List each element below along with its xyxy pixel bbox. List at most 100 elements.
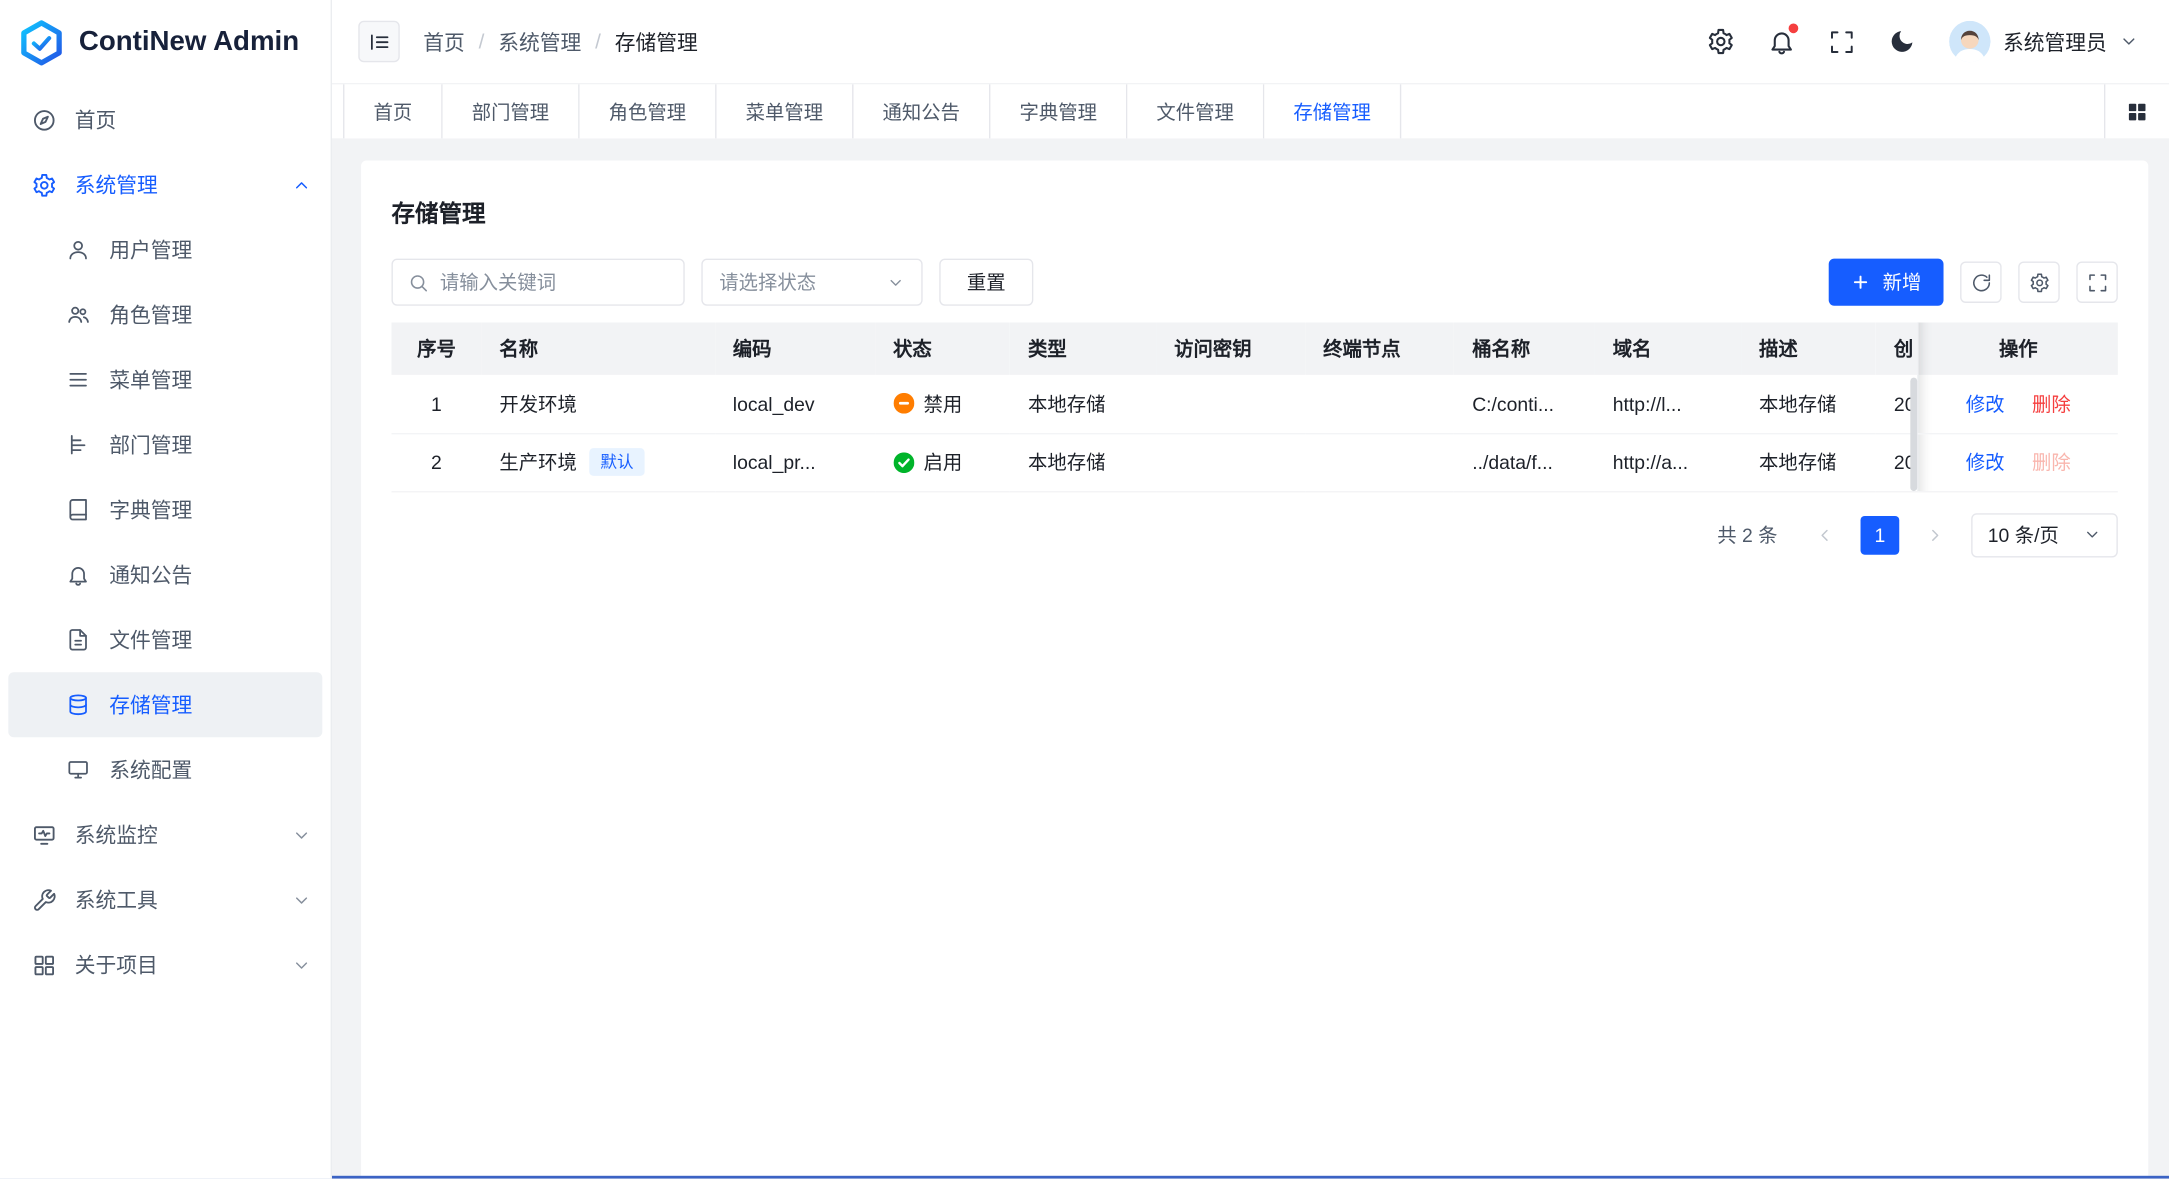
username-label: 系统管理员: [2003, 27, 2107, 56]
main-area: 首页 / 系统管理 / 存储管理: [332, 0, 2169, 1179]
tab-storage[interactable]: 存储管理: [1264, 84, 1401, 138]
column-header-domain: 域名: [1595, 322, 1741, 375]
sidebar-item-system-tools[interactable]: 系统工具: [0, 867, 331, 932]
reset-button[interactable]: 重置: [939, 259, 1033, 306]
tab-department[interactable]: 部门管理: [443, 84, 580, 138]
avatar: [1949, 21, 1990, 62]
pagination: 共 2 条 1 10 条/页: [391, 513, 2117, 557]
app-window: ContiNew Admin 首页 系统管理: [0, 0, 2169, 1179]
sidebar-menu: 首页 系统管理 用户管理: [0, 84, 331, 1178]
tab-label: 首页: [373, 98, 412, 126]
moon-icon: [1888, 28, 1916, 56]
breadcrumb-home[interactable]: 首页: [423, 27, 465, 56]
fullscreen-icon: [2087, 272, 2108, 293]
fullscreen-button[interactable]: [1829, 28, 1855, 54]
tab-label: 部门管理: [472, 98, 549, 126]
cell-type: 本地存储: [1010, 375, 1156, 433]
next-page-button[interactable]: [1916, 515, 1955, 554]
tab-actions-button[interactable]: [2104, 84, 2169, 138]
sidebar-item-system-management[interactable]: 系统管理: [0, 152, 331, 217]
grid-icon: [32, 952, 57, 977]
tab-label: 文件管理: [1156, 98, 1233, 126]
tab-label: 菜单管理: [746, 98, 823, 126]
column-header-endpoint: 终端节点: [1305, 322, 1454, 375]
user-menu[interactable]: 系统管理员: [1949, 21, 2139, 62]
sidebar-subitem-role-management[interactable]: 角色管理: [8, 282, 322, 347]
sidebar-subitem-file-management[interactable]: 文件管理: [8, 607, 322, 672]
status-label: 禁用: [923, 390, 962, 418]
tree-icon: [66, 433, 90, 457]
tab-label: 通知公告: [883, 98, 960, 126]
delete-link-disabled: 删除: [2032, 451, 2071, 473]
prev-page-button[interactable]: [1805, 515, 1844, 554]
header-actions: 系统管理员: [1707, 21, 2139, 62]
cell-status: 禁用: [875, 375, 1010, 433]
tab-dictionary[interactable]: 字典管理: [990, 84, 1127, 138]
sidebar-item-label: 菜单管理: [109, 365, 192, 394]
edit-link[interactable]: 修改: [1966, 451, 2005, 473]
tab-menu[interactable]: 菜单管理: [717, 84, 854, 138]
sidebar-subitem-menu-management[interactable]: 菜单管理: [8, 347, 322, 412]
notification-button[interactable]: [1768, 28, 1796, 56]
tab-notice[interactable]: 通知公告: [853, 84, 990, 138]
column-settings-button[interactable]: [2018, 261, 2059, 302]
page-size-select[interactable]: 10 条/页: [1971, 513, 2118, 557]
menu-fold-icon: [367, 30, 391, 54]
column-header-name: 名称: [481, 322, 714, 375]
cell-name: 生产环境 默认: [481, 433, 714, 491]
sidebar-item-label: 文件管理: [109, 625, 192, 654]
sidebar-collapse-button[interactable]: [358, 21, 399, 62]
status-select-placeholder: 请选择状态: [719, 268, 816, 296]
sidebar-item-label: 字典管理: [109, 495, 192, 524]
refresh-button[interactable]: [1960, 261, 2001, 302]
tab-label: 字典管理: [1019, 98, 1096, 126]
fullscreen-icon: [1829, 28, 1855, 54]
chevron-down-icon: [292, 890, 311, 909]
cell-access-key: [1156, 375, 1305, 433]
tab-role[interactable]: 角色管理: [580, 84, 717, 138]
cell-index: 2: [391, 433, 481, 491]
table-fullscreen-button[interactable]: [2076, 261, 2117, 302]
sidebar-subitem-storage-management[interactable]: 存储管理: [8, 672, 322, 737]
table-scrollbar[interactable]: [1910, 378, 1917, 491]
tab-home[interactable]: 首页: [343, 84, 443, 138]
app-logo[interactable]: ContiNew Admin: [0, 0, 331, 84]
sidebar-subitem-department-management[interactable]: 部门管理: [8, 412, 322, 477]
sidebar-subitem-dictionary-management[interactable]: 字典管理: [8, 477, 322, 542]
sidebar-item-about-project[interactable]: 关于项目: [0, 932, 331, 997]
cell-operation: 修改 删除: [1918, 433, 2118, 491]
status-select[interactable]: 请选择状态: [701, 259, 922, 306]
tab-label: 存储管理: [1293, 98, 1370, 126]
search-input[interactable]: [440, 271, 668, 293]
add-button[interactable]: 新增: [1829, 259, 1944, 306]
breadcrumb-system[interactable]: 系统管理: [498, 27, 581, 56]
sidebar-subitem-notice[interactable]: 通知公告: [8, 542, 322, 607]
page-number-1[interactable]: 1: [1861, 515, 1900, 554]
header-settings-button[interactable]: [1707, 28, 1735, 56]
sidebar-item-home[interactable]: 首页: [0, 87, 331, 152]
cell-description: 本地存储: [1741, 433, 1876, 491]
breadcrumb-current: 存储管理: [615, 27, 698, 56]
cell-bucket: C:/conti...: [1454, 375, 1595, 433]
wrench-icon: [32, 887, 57, 912]
delete-link[interactable]: 删除: [2032, 393, 2071, 415]
tab-label: 角色管理: [609, 98, 686, 126]
refresh-icon: [1970, 272, 1991, 293]
sidebar-subitem-system-config[interactable]: 系统配置: [8, 737, 322, 802]
sidebar-item-system-monitor[interactable]: 系统监控: [0, 802, 331, 867]
theme-toggle-button[interactable]: [1888, 28, 1916, 56]
column-header-bucket: 桶名称: [1454, 322, 1595, 375]
table-header-row: 序号 名称 编码 状态 类型 访问密钥 终端节点 桶名称 域名 描述 创: [391, 322, 2117, 375]
pagination-total: 共 2 条: [1717, 521, 1777, 549]
tab-file[interactable]: 文件管理: [1127, 84, 1264, 138]
column-header-description: 描述: [1741, 322, 1876, 375]
toolbar: 请选择状态 重置 新增: [391, 259, 2117, 306]
cell-domain: http://l...: [1595, 375, 1741, 433]
chevron-down-icon: [292, 955, 311, 974]
add-button-label: 新增: [1883, 268, 1922, 296]
sidebar-subitem-user-management[interactable]: 用户管理: [8, 217, 322, 282]
page-title: 存储管理: [391, 194, 2117, 229]
edit-link[interactable]: 修改: [1966, 393, 2005, 415]
monitor-pulse-icon: [32, 822, 57, 847]
apps-grid-icon: [2126, 100, 2148, 122]
